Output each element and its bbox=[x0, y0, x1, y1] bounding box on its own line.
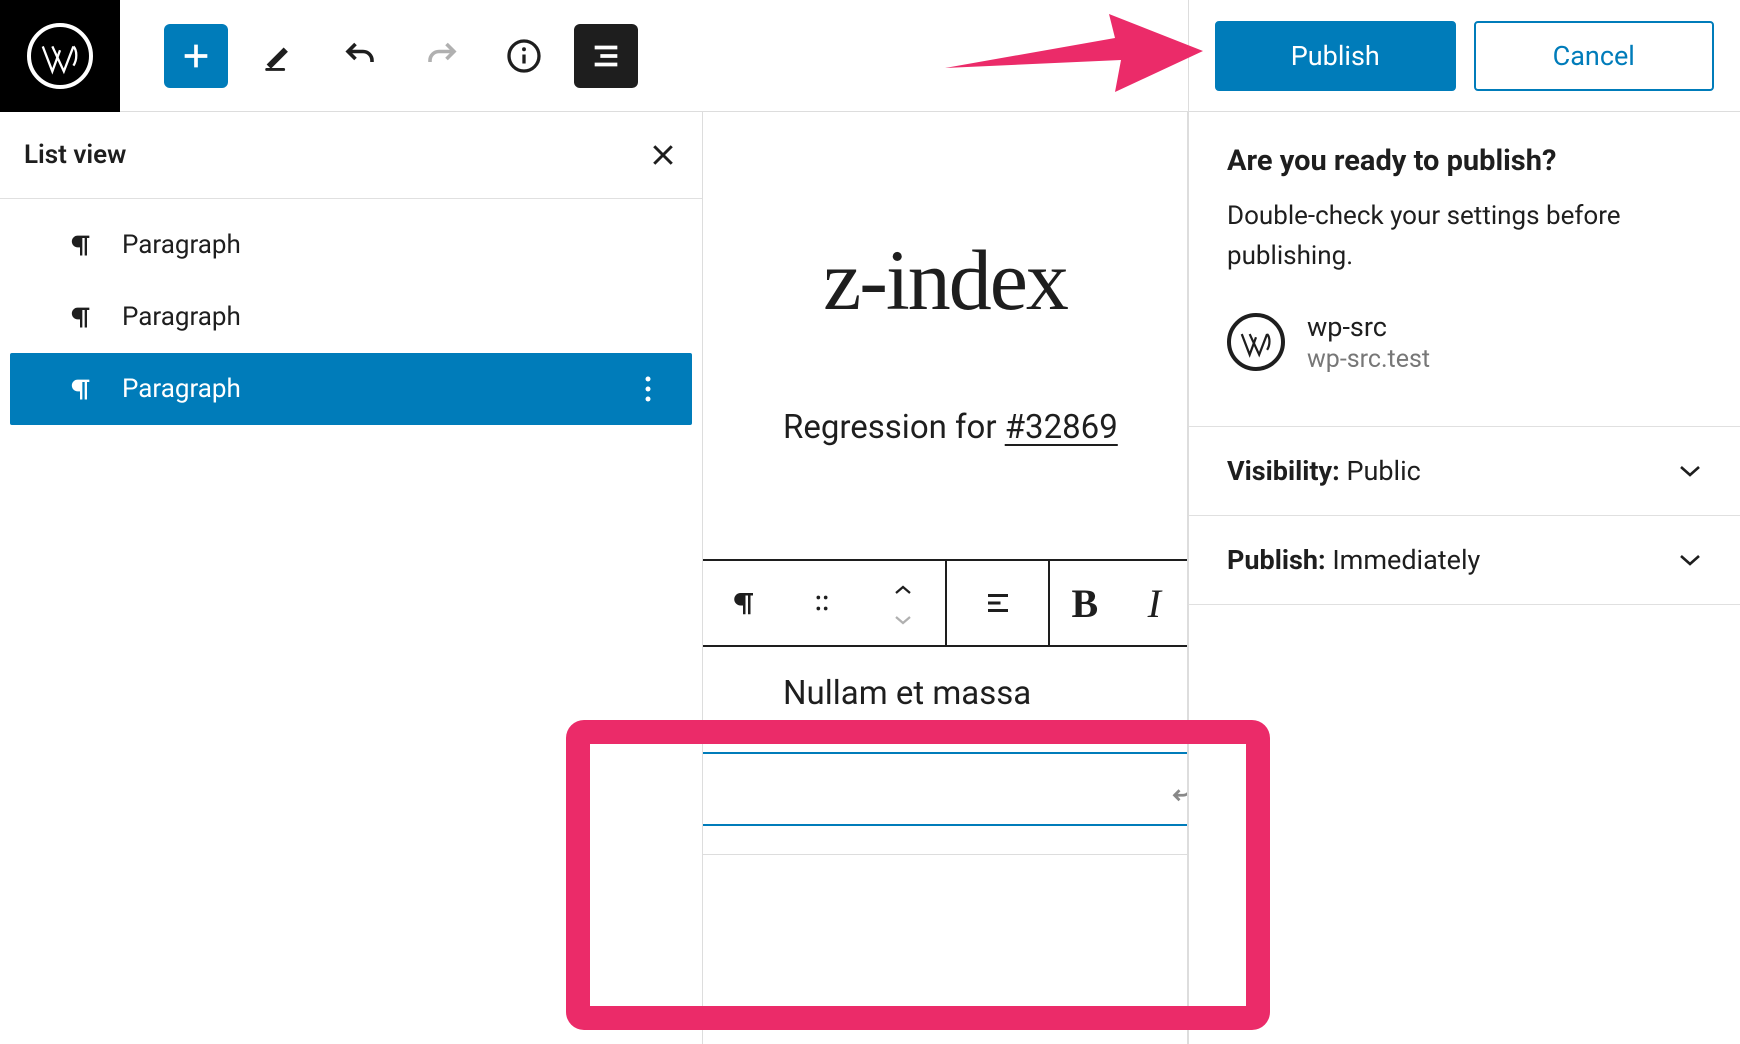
publish-date-row[interactable]: Publish: Immediately bbox=[1189, 515, 1740, 605]
visibility-label: Visibility: bbox=[1227, 455, 1340, 487]
post-title[interactable]: z-index bbox=[703, 112, 1187, 370]
undo-button[interactable] bbox=[328, 24, 392, 88]
align-button[interactable] bbox=[947, 561, 1050, 645]
issue-link[interactable]: #32869 bbox=[1005, 408, 1118, 447]
italic-button[interactable]: I bbox=[1120, 561, 1188, 645]
move-handles bbox=[862, 561, 947, 645]
paragraph-icon bbox=[66, 303, 94, 331]
url-input[interactable] bbox=[702, 774, 1167, 805]
list-view-button[interactable] bbox=[574, 24, 638, 88]
wordpress-logo[interactable] bbox=[0, 0, 120, 112]
italic-glyph: I bbox=[1148, 580, 1161, 627]
add-block-button[interactable] bbox=[164, 24, 228, 88]
list-item-label: Paragraph bbox=[122, 374, 626, 404]
site-logo-icon bbox=[1227, 313, 1285, 371]
site-url: wp-src.test bbox=[1307, 345, 1430, 374]
publish-panel: Publish Cancel Are you ready to publish?… bbox=[1188, 0, 1740, 1044]
ready-title: Are you ready to publish? bbox=[1227, 144, 1702, 178]
move-up-button[interactable] bbox=[894, 576, 912, 600]
redo-button[interactable] bbox=[410, 24, 474, 88]
visibility-row[interactable]: Visibility: Public bbox=[1189, 426, 1740, 515]
close-list-view-button[interactable] bbox=[648, 140, 678, 170]
block-type-button[interactable] bbox=[703, 561, 782, 645]
drag-handle-button[interactable] bbox=[782, 561, 861, 645]
publish-date-value: Immediately bbox=[1332, 544, 1480, 576]
open-new-tab-toggle[interactable]: n new tab bbox=[702, 855, 1188, 951]
list-item-label: Paragraph bbox=[122, 230, 702, 260]
list-item-paragraph-3[interactable]: Paragraph bbox=[10, 353, 692, 425]
list-view-title: List view bbox=[24, 140, 126, 170]
list-item-options-button[interactable] bbox=[626, 367, 670, 411]
site-text: wp-src wp-src.test bbox=[1307, 311, 1430, 374]
site-name: wp-src bbox=[1307, 311, 1430, 343]
site-row: wp-src wp-src.test bbox=[1227, 307, 1702, 400]
paragraph-icon bbox=[66, 375, 94, 403]
paragraph-text: Regression for bbox=[783, 408, 1005, 447]
chevron-down-icon bbox=[1678, 553, 1702, 567]
ready-desc: Double-check your settings before publis… bbox=[1227, 196, 1702, 277]
paragraph-block-2[interactable]: Nullam et massa bbox=[783, 668, 1167, 719]
editor-canvas[interactable]: z-index Regression for #32869 bbox=[702, 112, 1188, 1044]
list-item-label: Paragraph bbox=[122, 302, 702, 332]
list-view-body: Paragraph Paragraph Paragraph bbox=[0, 199, 702, 425]
move-down-button[interactable] bbox=[894, 606, 912, 630]
ready-block: Are you ready to publish? Double-check y… bbox=[1189, 112, 1740, 426]
list-view-header: List view bbox=[0, 112, 702, 199]
wordpress-logo-icon bbox=[27, 23, 93, 89]
submit-url-button[interactable] bbox=[1167, 774, 1188, 804]
publish-bar: Publish Cancel bbox=[1189, 0, 1740, 112]
tools-button[interactable] bbox=[246, 24, 310, 88]
bold-glyph: B bbox=[1072, 580, 1099, 627]
visibility-value: Public bbox=[1346, 455, 1420, 487]
list-item-paragraph-1[interactable]: Paragraph bbox=[0, 209, 702, 281]
cancel-button[interactable]: Cancel bbox=[1474, 21, 1715, 91]
details-button[interactable] bbox=[492, 24, 556, 88]
bold-button[interactable]: B bbox=[1050, 561, 1119, 645]
publish-button[interactable]: Publish bbox=[1215, 21, 1456, 91]
paragraph-block-1[interactable]: Regression for #32869 bbox=[703, 370, 1187, 456]
chevron-down-icon bbox=[1678, 464, 1702, 478]
list-view-panel: List view Paragraph Paragraph Paragraph bbox=[0, 112, 702, 425]
link-popover: n new tab bbox=[702, 732, 1188, 951]
paragraph-icon bbox=[66, 231, 94, 259]
list-item-paragraph-2[interactable]: Paragraph bbox=[0, 281, 702, 353]
url-input-row bbox=[702, 752, 1188, 826]
publish-date-label: Publish: bbox=[1227, 544, 1326, 576]
block-toolbar: B I bbox=[702, 559, 1188, 647]
